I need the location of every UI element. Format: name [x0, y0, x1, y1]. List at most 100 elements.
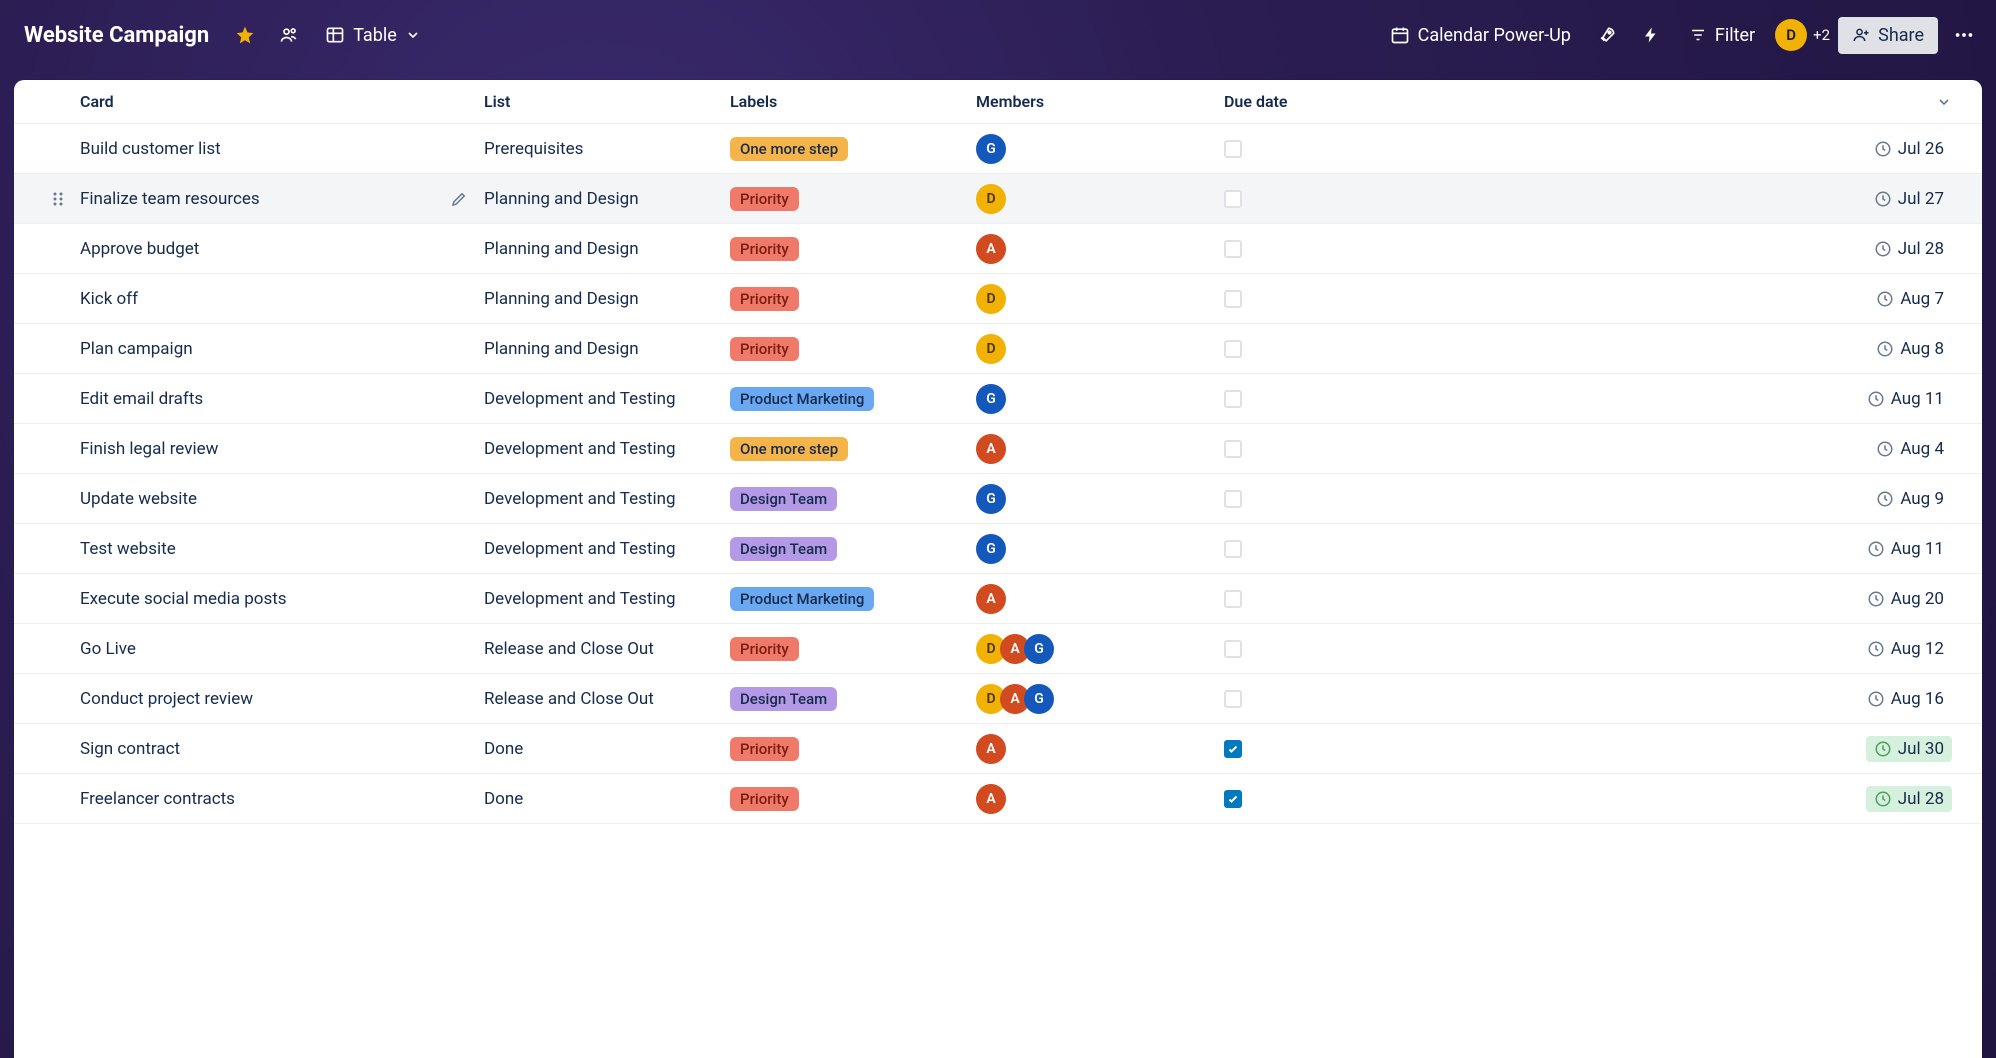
label-pill[interactable]: Priority: [730, 737, 799, 761]
column-header-due[interactable]: Due date: [1224, 92, 1982, 111]
label-pill[interactable]: Priority: [730, 337, 799, 361]
table-row[interactable]: Conduct project reviewRelease and Close …: [14, 674, 1982, 724]
avatar[interactable]: A: [976, 734, 1006, 764]
workspace-visibility-icon[interactable]: [271, 17, 307, 53]
due-checkbox[interactable]: [1224, 390, 1242, 408]
automation-icon[interactable]: [1633, 17, 1669, 53]
due-checkbox[interactable]: [1224, 740, 1242, 758]
due-date[interactable]: Jul 27: [1866, 186, 1952, 212]
calendar-powerup-button[interactable]: Calendar Power-Up: [1380, 19, 1581, 52]
due-date[interactable]: Jul 28: [1866, 786, 1952, 812]
table-row[interactable]: Execute social media postsDevelopment an…: [14, 574, 1982, 624]
table-row[interactable]: Approve budgetPlanning and DesignPriorit…: [14, 224, 1982, 274]
board-members[interactable]: D +2: [1775, 19, 1830, 51]
label-pill[interactable]: Priority: [730, 187, 799, 211]
card-name[interactable]: Finalize team resources: [14, 189, 484, 209]
label-pill[interactable]: Design Team: [730, 487, 837, 511]
due-checkbox[interactable]: [1224, 540, 1242, 558]
due-checkbox[interactable]: [1224, 140, 1242, 158]
label-pill[interactable]: Priority: [730, 287, 799, 311]
label-pill[interactable]: Priority: [730, 637, 799, 661]
edit-icon[interactable]: [450, 190, 468, 208]
avatar[interactable]: D: [976, 284, 1006, 314]
label-pill[interactable]: Product Marketing: [730, 387, 874, 411]
avatar[interactable]: A: [976, 234, 1006, 264]
avatar[interactable]: G: [976, 534, 1006, 564]
view-switcher[interactable]: Table: [315, 19, 431, 52]
avatar[interactable]: D: [976, 184, 1006, 214]
board-title[interactable]: Website Campaign: [14, 17, 219, 54]
star-icon[interactable]: [227, 17, 263, 53]
card-name[interactable]: Test website: [14, 539, 484, 559]
card-name[interactable]: Kick off: [14, 289, 484, 309]
card-name[interactable]: Approve budget: [14, 239, 484, 259]
due-date[interactable]: Aug 7: [1868, 286, 1952, 312]
drag-handle-icon[interactable]: [52, 191, 64, 207]
avatar[interactable]: G: [1024, 634, 1054, 664]
column-header-card[interactable]: Card: [14, 92, 484, 111]
due-checkbox[interactable]: [1224, 240, 1242, 258]
label-pill[interactable]: One more step: [730, 437, 848, 461]
due-date[interactable]: Aug 4: [1868, 436, 1952, 462]
rocket-icon[interactable]: [1589, 17, 1625, 53]
table-row[interactable]: Sign contractDonePriorityAJul 30: [14, 724, 1982, 774]
card-name[interactable]: Build customer list: [14, 139, 484, 159]
filter-button[interactable]: Filter: [1677, 19, 1767, 52]
table-row[interactable]: Finalize team resourcesPlanning and Desi…: [14, 174, 1982, 224]
table-row[interactable]: Plan campaignPlanning and DesignPriority…: [14, 324, 1982, 374]
label-pill[interactable]: Design Team: [730, 687, 837, 711]
card-name[interactable]: Go Live: [14, 639, 484, 659]
card-name[interactable]: Update website: [14, 489, 484, 509]
avatar[interactable]: A: [976, 584, 1006, 614]
card-name[interactable]: Edit email drafts: [14, 389, 484, 409]
due-date[interactable]: Aug 9: [1868, 486, 1952, 512]
label-pill[interactable]: Design Team: [730, 537, 837, 561]
label-pill[interactable]: Priority: [730, 787, 799, 811]
label-pill[interactable]: One more step: [730, 137, 848, 161]
card-name[interactable]: Execute social media posts: [14, 589, 484, 609]
chevron-down-icon[interactable]: [1936, 94, 1952, 110]
due-checkbox[interactable]: [1224, 790, 1242, 808]
avatar[interactable]: A: [976, 434, 1006, 464]
due-checkbox[interactable]: [1224, 490, 1242, 508]
card-name[interactable]: Sign contract: [14, 739, 484, 759]
column-header-members[interactable]: Members: [976, 92, 1224, 111]
due-date[interactable]: Jul 26: [1866, 136, 1952, 162]
table-row[interactable]: Freelancer contractsDonePriorityAJul 28: [14, 774, 1982, 824]
due-checkbox[interactable]: [1224, 690, 1242, 708]
due-checkbox[interactable]: [1224, 340, 1242, 358]
label-pill[interactable]: Product Marketing: [730, 587, 874, 611]
column-header-list[interactable]: List: [484, 92, 730, 111]
avatar[interactable]: G: [976, 384, 1006, 414]
due-checkbox[interactable]: [1224, 190, 1242, 208]
due-date[interactable]: Aug 11: [1859, 386, 1952, 412]
avatar[interactable]: G: [976, 134, 1006, 164]
table-row[interactable]: Finish legal reviewDevelopment and Testi…: [14, 424, 1982, 474]
more-menu-icon[interactable]: [1946, 17, 1982, 53]
table-row[interactable]: Test websiteDevelopment and TestingDesig…: [14, 524, 1982, 574]
avatar[interactable]: G: [976, 484, 1006, 514]
due-date[interactable]: Jul 30: [1866, 736, 1952, 762]
table-row[interactable]: Edit email draftsDevelopment and Testing…: [14, 374, 1982, 424]
column-header-labels[interactable]: Labels: [730, 92, 976, 111]
card-name[interactable]: Freelancer contracts: [14, 789, 484, 809]
due-date[interactable]: Aug 16: [1859, 686, 1952, 712]
table-row[interactable]: Go LiveRelease and Close OutPriorityDAGA…: [14, 624, 1982, 674]
share-button[interactable]: Share: [1838, 17, 1938, 54]
table-row[interactable]: Update websiteDevelopment and TestingDes…: [14, 474, 1982, 524]
due-date[interactable]: Aug 12: [1859, 636, 1952, 662]
due-date[interactable]: Aug 8: [1868, 336, 1952, 362]
card-name[interactable]: Plan campaign: [14, 339, 484, 359]
avatar[interactable]: G: [1024, 684, 1054, 714]
due-date[interactable]: Jul 28: [1866, 236, 1952, 262]
avatar[interactable]: D: [976, 334, 1006, 364]
label-pill[interactable]: Priority: [730, 237, 799, 261]
avatar[interactable]: A: [976, 784, 1006, 814]
due-checkbox[interactable]: [1224, 290, 1242, 308]
table-row[interactable]: Kick offPlanning and DesignPriorityDAug …: [14, 274, 1982, 324]
due-checkbox[interactable]: [1224, 640, 1242, 658]
card-name[interactable]: Conduct project review: [14, 689, 484, 709]
avatar[interactable]: D: [1775, 19, 1807, 51]
due-date[interactable]: Aug 20: [1859, 586, 1952, 612]
table-row[interactable]: Build customer listPrerequisitesOne more…: [14, 124, 1982, 174]
